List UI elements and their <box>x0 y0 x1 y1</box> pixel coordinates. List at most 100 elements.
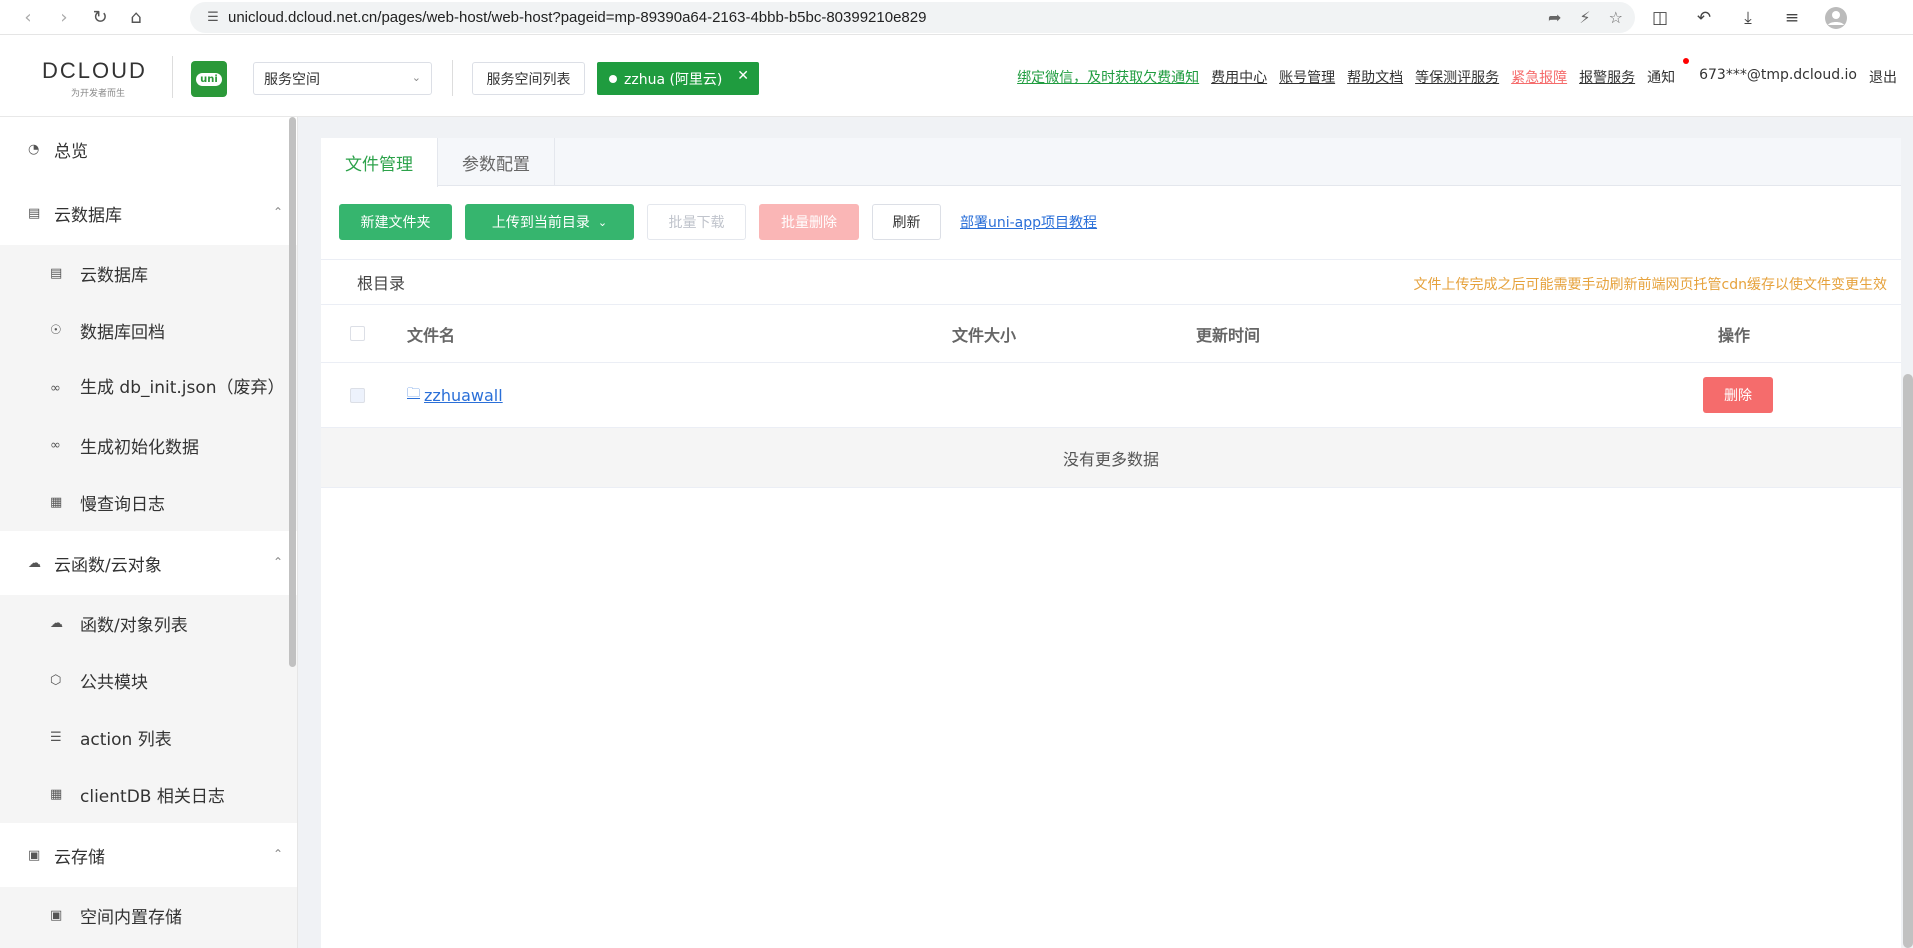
delete-button[interactable]: 删除 <box>1703 377 1773 413</box>
column-header-updated: 更新时间 <box>1196 325 1261 345</box>
sidebar-item-label: 函数/对象列表 <box>80 616 188 636</box>
sidebar-item-builtin-storage[interactable]: ▣ 空间内置存储 <box>0 887 297 944</box>
address-bar[interactable]: ☰ unicloud.dcloud.net.cn/pages/web-host/… <box>190 2 1635 33</box>
space-select[interactable]: 服务空间 ⌄ <box>253 62 432 95</box>
refresh-button[interactable]: 刷新 <box>872 204 941 240</box>
home-icon[interactable]: ⌂ <box>118 2 154 32</box>
batch-download-button[interactable]: 批量下载 <box>647 204 746 240</box>
batch-delete-button[interactable]: 批量删除 <box>759 204 859 240</box>
sidebar-scrollbar[interactable] <box>289 117 296 667</box>
content-scrollbar[interactable] <box>1903 374 1913 948</box>
status-dot-icon <box>609 74 617 83</box>
sidebar-item-overview[interactable]: ◔ 总览 <box>0 117 297 181</box>
folder-icon: 🗀︎ <box>407 386 421 401</box>
log-icon: ▦ <box>50 787 63 802</box>
unread-dot <box>1683 58 1690 64</box>
sidebar-item-label: 空间内置存储 <box>80 908 182 928</box>
divider <box>452 60 453 96</box>
notice-link[interactable]: 通知 <box>1647 58 1690 87</box>
back-icon[interactable]: ‹ <box>10 2 46 32</box>
folder-link[interactable]: 🗀︎ zzhuawall <box>407 384 503 406</box>
profile-icon[interactable] <box>1816 3 1856 33</box>
download-icon[interactable]: ⤓ <box>1728 3 1768 33</box>
toolbar: 新建文件夹 上传到当前目录 ⌄ 批量下载 批量删除 刷新 部署uni-app项目… <box>339 204 1097 240</box>
sidebar-item-db-rollback[interactable]: ☉ 数据库回档 <box>0 302 297 359</box>
no-more-data: 没有更多数据 <box>321 428 1901 488</box>
star-icon[interactable]: ☆ <box>1609 8 1623 27</box>
sidebar-item-init-data[interactable]: ∞ 生成初始化数据 <box>0 417 297 474</box>
row-checkbox[interactable] <box>350 387 365 403</box>
help-link[interactable]: 帮助文档 <box>1347 67 1403 87</box>
logo-text: DCLOUD <box>42 58 147 83</box>
table-icon: ▤ <box>50 266 63 281</box>
sidebar-item-label: 公共模块 <box>80 673 148 693</box>
tab-bar: 文件管理 参数配置 <box>321 138 1901 187</box>
security-service-link[interactable]: 等保测评服务 <box>1415 67 1499 87</box>
divider <box>172 56 173 98</box>
file-panel: 文件管理 参数配置 新建文件夹 上传到当前目录 ⌄ 批量下载 批量删除 刷新 部… <box>321 138 1901 948</box>
tab-file-management[interactable]: 文件管理 <box>321 138 438 187</box>
share-icon[interactable]: ➦ <box>1548 8 1561 27</box>
lightning-icon[interactable]: ⚡︎ <box>1579 8 1590 27</box>
deploy-tutorial-link[interactable]: 部署uni-app项目教程 <box>960 212 1097 232</box>
account-link[interactable]: 账号管理 <box>1279 67 1335 87</box>
sidebar-item-function-list[interactable]: ☁︎ 函数/对象列表 <box>0 595 297 652</box>
file-name-cell: 🗀︎ zzhuawall <box>407 363 503 427</box>
site-info-icon[interactable]: ☰ <box>198 10 228 25</box>
cloud-icon: ☁︎ <box>28 555 41 571</box>
sidebar-group-storage[interactable]: ▣ 云存储 ⌃ <box>0 823 297 887</box>
logout-link[interactable]: 退出 <box>1869 67 1897 87</box>
sidebar-item-clientdb-logs[interactable]: ▦ clientDB 相关日志 <box>0 766 297 823</box>
reload-icon[interactable]: ↻ <box>82 2 118 32</box>
user-email[interactable]: 673***@tmp.dcloud.io <box>1699 67 1857 87</box>
upload-button-label: 上传到当前目录 <box>491 215 590 231</box>
logo-tagline: 为开发者而生 <box>70 89 125 99</box>
column-header-name: 文件名 <box>407 325 456 345</box>
storage-icon: ▣ <box>50 908 63 923</box>
sidebar-item-label: 生成初始化数据 <box>80 438 199 458</box>
space-list-button[interactable]: 服务空间列表 <box>472 62 585 95</box>
column-header-action: 操作 <box>1718 325 1751 345</box>
sidebar-item-db-init[interactable]: ∞ 生成 db_init.json（废弃） <box>0 359 297 417</box>
sidebar-group-database[interactable]: ▤ 云数据库 ⌃ <box>0 181 297 245</box>
close-icon[interactable]: ✕ <box>737 68 749 84</box>
column-header-size: 文件大小 <box>952 325 1017 345</box>
active-space-tag[interactable]: zzhua (阿里云) ✕ <box>597 62 759 95</box>
select-all-cell <box>350 305 365 362</box>
chevron-up-icon: ⌃ <box>272 847 283 861</box>
upload-button[interactable]: 上传到当前目录 ⌄ <box>465 204 634 240</box>
breadcrumb-root[interactable]: 根目录 <box>357 270 405 294</box>
table-icon: ▤ <box>28 205 41 221</box>
billing-link[interactable]: 费用中心 <box>1211 67 1267 87</box>
url-text[interactable]: unicloud.dcloud.net.cn/pages/web-host/we… <box>228 9 926 26</box>
sidebar-item-common-modules[interactable]: ⬡ 公共模块 <box>0 652 297 709</box>
chevron-up-icon: ⌃ <box>272 555 283 569</box>
playlist-icon[interactable]: ≡ <box>1772 3 1812 33</box>
list-icon: ☰ <box>50 730 62 745</box>
sidebar-group-functions[interactable]: ☁︎ 云函数/云对象 ⌃ <box>0 531 297 595</box>
cdn-cache-hint: 文件上传完成之后可能需要手动刷新前端网页托管cdn缓存以使文件变更生效 <box>1413 277 1887 293</box>
row-action-cell: 删除 <box>1703 363 1773 427</box>
sidebar-group-label: 云数据库 <box>54 205 122 226</box>
emergency-link[interactable]: 紧急报障 <box>1511 67 1567 87</box>
chevron-down-icon: ⌄ <box>597 215 608 229</box>
main-content: 文件管理 参数配置 新建文件夹 上传到当前目录 ⌄ 批量下载 批量删除 刷新 部… <box>298 117 1913 948</box>
bind-wechat-link[interactable]: 绑定微信，及时获取欠费通知 <box>1017 67 1199 87</box>
select-all-checkbox[interactable] <box>350 326 365 341</box>
forward-icon[interactable]: › <box>46 2 82 32</box>
sidebar-item-slow-query-log[interactable]: ▦ 慢查询日志 <box>0 474 297 531</box>
sidebar-item-database[interactable]: ▤ 云数据库 <box>0 245 297 302</box>
alarm-link[interactable]: 报警服务 <box>1579 67 1635 87</box>
dcloud-logo[interactable]: DCLOUD 为开发者而生 <box>42 58 154 99</box>
storage-icon: ▣ <box>28 847 41 863</box>
extensions-icon[interactable]: ◫ <box>1640 3 1680 33</box>
sidebar-item-action-list[interactable]: ☰ action 列表 <box>0 709 297 766</box>
new-folder-button[interactable]: 新建文件夹 <box>339 204 452 240</box>
tab-parameter-config[interactable]: 参数配置 <box>438 138 555 186</box>
chevron-down-icon: ⌄ <box>411 71 421 84</box>
sidebar-group-label: 云函数/云对象 <box>54 555 162 576</box>
table-row: 🗀︎ zzhuawall 删除 <box>321 363 1901 428</box>
sidebar-item-label: 数据库回档 <box>80 323 165 343</box>
undo-icon[interactable]: ↶ <box>1684 3 1724 33</box>
sidebar: ◔ 总览 ▤ 云数据库 ⌃ ▤ 云数据库 ☉ 数据库回档 ∞ 生成 db_ini… <box>0 117 298 948</box>
